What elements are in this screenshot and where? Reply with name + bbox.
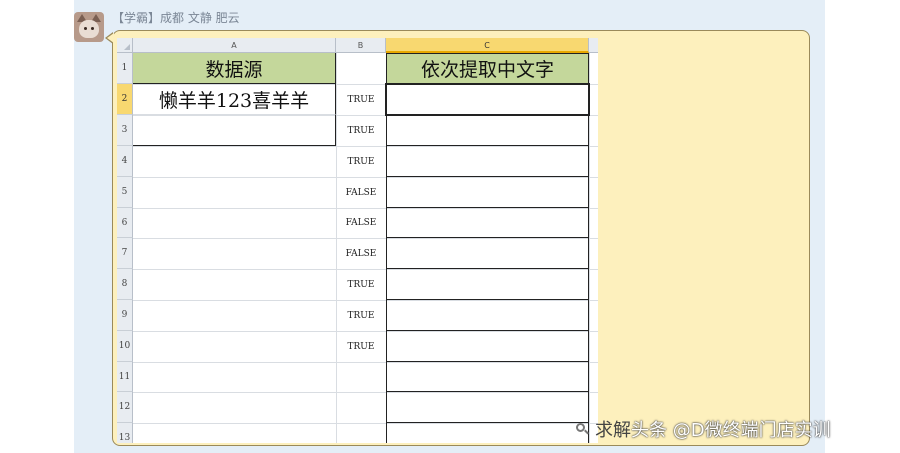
column-header-b[interactable]: B bbox=[336, 38, 386, 53]
cell-b6[interactable]: FALSE bbox=[336, 208, 386, 238]
row-header-1[interactable]: 1 bbox=[117, 53, 133, 84]
row-header-11[interactable]: 11 bbox=[117, 362, 133, 392]
row-header-13[interactable]: 13 bbox=[117, 423, 133, 443]
watermark-hidden-text: 求解 bbox=[595, 420, 631, 441]
cell-b10[interactable]: TRUE bbox=[336, 331, 386, 362]
zoom-icon bbox=[576, 422, 589, 436]
cell-b3[interactable]: TRUE bbox=[336, 115, 386, 146]
active-cell-cursor[interactable] bbox=[385, 83, 590, 116]
watermark-text: 头条 @D微终端门店实训 bbox=[631, 420, 831, 441]
row-header-12[interactable]: 12 bbox=[117, 392, 133, 423]
watermark: 求解 头条 @D微终端门店实训 bbox=[576, 416, 831, 442]
cell-c13[interactable] bbox=[386, 423, 589, 443]
sender-avatar[interactable] bbox=[74, 12, 104, 42]
avatar-face bbox=[79, 20, 99, 38]
row-header-8[interactable]: 8 bbox=[117, 269, 133, 300]
avatar-eye-left bbox=[84, 27, 87, 30]
cell-c1[interactable]: 依次提取中文字 bbox=[386, 53, 589, 84]
avatar-eye-right bbox=[91, 27, 94, 30]
cell-a2[interactable]: 懒羊羊123喜羊羊 bbox=[133, 84, 336, 115]
cell-b5[interactable]: FALSE bbox=[336, 177, 386, 208]
column-header-c[interactable]: C bbox=[386, 38, 589, 53]
cell-c12[interactable] bbox=[386, 392, 589, 423]
select-all-icon bbox=[124, 44, 130, 50]
cell-b8[interactable]: TRUE bbox=[336, 269, 386, 300]
cell-c5[interactable] bbox=[386, 177, 589, 208]
row-header-10[interactable]: 10 bbox=[117, 331, 133, 362]
cell-c4[interactable] bbox=[386, 146, 589, 177]
cell-b4[interactable]: TRUE bbox=[336, 146, 386, 177]
column-header-a[interactable]: A bbox=[133, 38, 336, 53]
row-header-2[interactable]: 2 bbox=[117, 84, 133, 115]
column-header-d[interactable] bbox=[589, 38, 598, 53]
cell-c7[interactable] bbox=[386, 238, 589, 269]
row-header-4[interactable]: 4 bbox=[117, 146, 133, 177]
row-header-5[interactable]: 5 bbox=[117, 177, 133, 208]
spreadsheet-screenshot: A B C 1 2 3 4 5 6 7 8 9 10 11 12 13 数据源 … bbox=[117, 38, 598, 443]
cell-a3[interactable] bbox=[133, 115, 336, 146]
select-all-corner[interactable] bbox=[117, 38, 133, 53]
cell-c11[interactable] bbox=[386, 362, 589, 392]
cell-a1[interactable]: 数据源 bbox=[133, 53, 336, 84]
cell-b9[interactable]: TRUE bbox=[336, 300, 386, 331]
cell-c3[interactable] bbox=[386, 115, 589, 146]
cell-b7[interactable]: FALSE bbox=[336, 238, 386, 269]
cell-c10[interactable] bbox=[386, 331, 589, 362]
cell-c9[interactable] bbox=[386, 300, 589, 331]
cell-c8[interactable] bbox=[386, 269, 589, 300]
sender-name: 【学霸】成都 文静 肥云 bbox=[112, 11, 240, 25]
row-header-3[interactable]: 3 bbox=[117, 115, 133, 146]
row-header-6[interactable]: 6 bbox=[117, 208, 133, 238]
row-header-7[interactable]: 7 bbox=[117, 238, 133, 269]
cell-c6[interactable] bbox=[386, 208, 589, 238]
row-header-9[interactable]: 9 bbox=[117, 300, 133, 331]
bubble-tail-fill bbox=[107, 33, 114, 43]
cell-b2[interactable]: TRUE bbox=[336, 84, 386, 115]
